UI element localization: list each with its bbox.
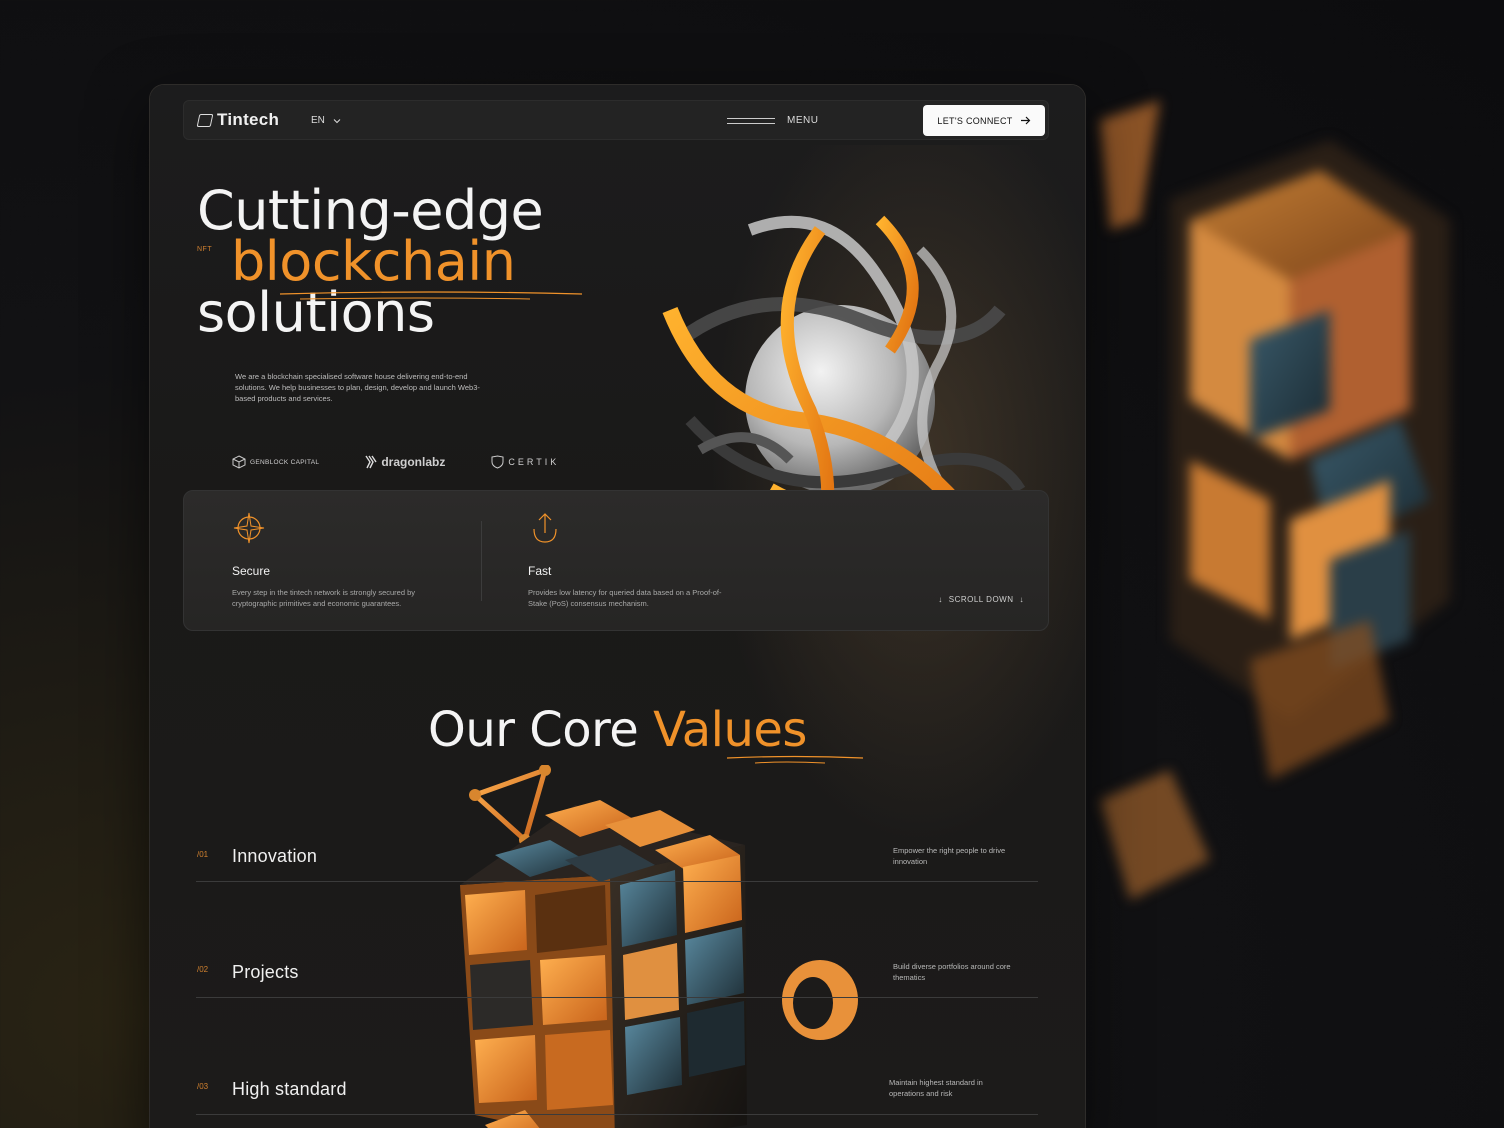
value-title: Innovation <box>232 846 318 866</box>
logo[interactable]: Tintech <box>196 110 280 130</box>
arrow-right-icon <box>1020 116 1030 125</box>
value-number: /02 <box>197 965 209 974</box>
feature-description: Provides low latency for queried data ba… <box>528 588 722 608</box>
feature-title: Secure <box>232 564 271 578</box>
hero-underline <box>279 291 583 300</box>
menu-button[interactable]: MENU <box>727 115 818 126</box>
hero-title-line2: blockchain <box>231 230 516 293</box>
partner-name: CERTIK <box>508 457 560 467</box>
scroll-down-link[interactable]: ↓ SCROLL DOWN ↓ <box>938 595 1024 604</box>
hero-title: Cutting-edge blockchain solutions <box>197 179 544 340</box>
connect-button[interactable]: LET'S CONNECT <box>923 105 1045 136</box>
value-title: High standard <box>232 1079 347 1099</box>
background-cube-art <box>1070 80 1504 1128</box>
value-title: Projects <box>232 962 299 982</box>
hero-title-line1: Cutting-edge <box>197 179 544 242</box>
partner-certik: CERTIK <box>491 455 559 469</box>
top-navigation: Tintech EN MENU LET'S CONNECT <box>183 100 1049 140</box>
features-card: Secure Every step in the tintech network… <box>183 490 1049 631</box>
value-description: Empower the right people to drive innova… <box>893 846 1006 866</box>
feature-divider <box>481 521 482 601</box>
partner-logos: GENBLOCK CAPITAL dragonlabz CERTIK <box>232 455 559 469</box>
feature-title: Fast <box>528 564 552 578</box>
menu-label: MENU <box>787 115 819 126</box>
language-selector[interactable]: EN <box>311 115 341 126</box>
arrow-down-icon: ↓ <box>1019 595 1024 604</box>
chevron-down-icon <box>333 119 341 124</box>
value-divider <box>196 997 1038 998</box>
cube-art <box>460 765 858 1128</box>
compass-star-icon <box>233 512 265 544</box>
partner-dragonlabz: dragonlabz <box>365 455 445 469</box>
core-title-plain: Our Core <box>428 702 639 758</box>
scroll-label: SCROLL DOWN <box>948 595 1014 604</box>
core-underline <box>726 755 864 764</box>
language-label: EN <box>311 115 325 126</box>
feature-description: Every step in the tintech network is str… <box>232 588 416 608</box>
value-divider <box>196 1114 1038 1115</box>
feature-fast: Fast Provides low latency for queried da… <box>528 511 748 609</box>
logo-icon <box>196 113 214 127</box>
connect-label: LET'S CONNECT <box>937 115 1013 126</box>
partner-name: GENBLOCK CAPITAL <box>250 458 320 466</box>
value-description: Maintain highest standard in operations … <box>889 1078 983 1098</box>
core-values-title: Our Core Values <box>150 702 1085 758</box>
hamburger-icon <box>727 117 775 124</box>
website-panel: Tintech EN MENU LET'S CONNECT NFT Cuttin… <box>150 85 1085 1128</box>
logo-text: Tintech <box>217 110 280 129</box>
partner-name: dragonlabz <box>381 455 446 469</box>
hero-description: We are a blockchain specialised software… <box>235 372 480 403</box>
arrow-down-icon: ↓ <box>938 595 943 604</box>
upload-arrow-icon <box>533 513 557 543</box>
value-number: /01 <box>197 850 209 859</box>
dragon-icon <box>365 455 377 469</box>
core-title-accent: Values <box>653 702 807 758</box>
value-description: Build diverse portfolios around core the… <box>893 962 1011 982</box>
feature-secure: Secure Every step in the tintech network… <box>232 511 452 609</box>
shield-icon <box>491 455 504 469</box>
value-number: /03 <box>197 1082 209 1091</box>
partner-genblock: GENBLOCK CAPITAL <box>232 455 319 469</box>
value-divider <box>196 881 1038 882</box>
cube-icon <box>232 455 246 469</box>
